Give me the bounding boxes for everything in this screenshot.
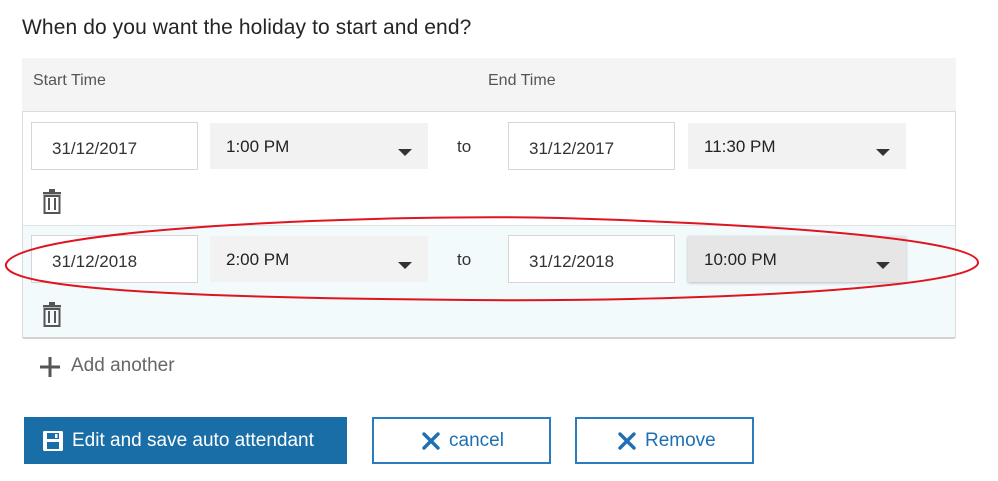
chevron-down-icon xyxy=(876,262,890,269)
end-time-select[interactable]: 10:00 PM xyxy=(688,236,906,282)
start-time-header: Start Time xyxy=(33,72,106,89)
end-date-input[interactable]: 31/12/2018 xyxy=(508,235,675,283)
chevron-down-icon xyxy=(876,149,890,156)
start-time-select[interactable]: 1:00 PM xyxy=(210,123,428,169)
chevron-down-icon xyxy=(398,149,412,156)
cancel-button[interactable]: cancel xyxy=(372,417,551,464)
add-another-label: Add another xyxy=(71,355,175,376)
holiday-row-1: 31/12/2017 1:00 PM to 31/12/2017 11:30 P… xyxy=(23,113,955,226)
chevron-down-icon xyxy=(398,262,412,269)
trash-icon[interactable] xyxy=(41,302,63,328)
page-heading: When do you want the holiday to start an… xyxy=(22,16,472,39)
remove-button[interactable]: Remove xyxy=(575,417,754,464)
remove-label: Remove xyxy=(645,430,716,451)
start-time-select[interactable]: 2:00 PM xyxy=(210,236,428,282)
start-time-value: 2:00 PM xyxy=(226,250,290,269)
edit-and-save-button[interactable]: Edit and save auto attendant xyxy=(24,417,347,464)
end-time-value: 10:00 PM xyxy=(704,250,777,269)
close-icon xyxy=(422,432,440,450)
close-icon xyxy=(618,432,636,450)
start-date-input[interactable]: 31/12/2017 xyxy=(31,122,198,170)
end-date-input[interactable]: 31/12/2017 xyxy=(508,122,675,170)
start-time-value: 1:00 PM xyxy=(226,137,290,156)
cancel-label: cancel xyxy=(449,430,504,451)
plus-icon xyxy=(40,357,60,377)
end-time-header: End Time xyxy=(488,72,556,89)
edit-and-save-label: Edit and save auto attendant xyxy=(72,430,314,451)
trash-icon[interactable] xyxy=(41,189,63,215)
table-header: Start Time End Time xyxy=(22,58,956,112)
start-date-input[interactable]: 31/12/2018 xyxy=(31,235,198,283)
range-separator: to xyxy=(457,137,472,156)
range-separator: to xyxy=(457,250,472,269)
end-time-value: 11:30 PM xyxy=(704,137,776,156)
holiday-row-2: 31/12/2018 2:00 PM to 31/12/2018 10:00 P… xyxy=(23,226,955,339)
end-time-select[interactable]: 11:30 PM xyxy=(688,123,906,169)
save-icon xyxy=(43,431,63,451)
